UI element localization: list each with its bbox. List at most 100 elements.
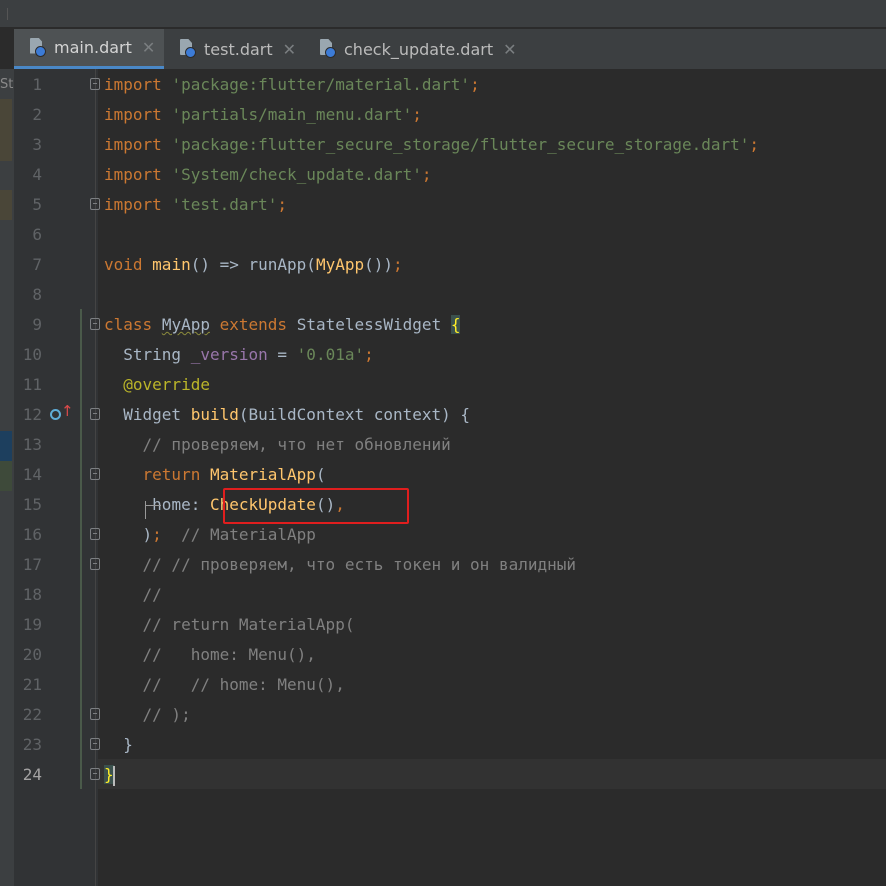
code-line-19[interactable]: // return MaterialApp( — [104, 610, 355, 640]
class-name: MyApp — [161, 315, 210, 334]
type-name: Widget — [123, 405, 182, 424]
line-number[interactable]: 3 — [14, 130, 42, 160]
code-line-7[interactable]: void main() => runApp(MyApp()); — [104, 250, 403, 280]
code-text: ) — [142, 525, 153, 544]
line-number[interactable]: 10 — [14, 340, 42, 370]
line-number[interactable]: 19 — [14, 610, 42, 640]
code-line-13[interactable]: // проверяем, что нет обновлений — [104, 430, 451, 460]
code-line-18[interactable]: // — [104, 580, 162, 610]
code-line-10[interactable]: String _version = '0.01a'; — [104, 340, 373, 370]
vcs-change-marker — [80, 309, 82, 789]
code-line-21[interactable]: // // home: Menu(), — [104, 670, 345, 700]
line-number[interactable]: 1 — [14, 70, 42, 100]
code-line-3[interactable]: import 'package:flutter_secure_storage/f… — [104, 130, 759, 160]
code-line-2[interactable]: import 'partials/main_menu.dart'; — [104, 100, 422, 130]
code-line-22[interactable]: // ); — [104, 700, 191, 730]
matched-brace: { — [450, 315, 461, 334]
strip-marker — [0, 431, 12, 461]
toolbar-separator — [7, 8, 8, 20]
close-icon[interactable]: ✕ — [503, 40, 516, 59]
fold-icon[interactable] — [90, 528, 100, 540]
code-line-12[interactable]: Widget build(BuildContext context) { — [104, 400, 470, 430]
string-literal: '0.01a' — [296, 345, 365, 364]
line-number[interactable]: 13 — [14, 430, 42, 460]
class-name: StatelessWidget — [296, 315, 442, 334]
line-number[interactable]: 17 — [14, 550, 42, 580]
fold-icon[interactable] — [90, 558, 100, 570]
line-number[interactable]: 11 — [14, 370, 42, 400]
line-number[interactable]: 12 — [14, 400, 42, 430]
tab-test-dart[interactable]: test.dart ✕ — [164, 29, 304, 69]
line-number[interactable]: 18 — [14, 580, 42, 610]
code-text: (BuildContext context) { — [238, 405, 471, 424]
string-literal: 'partials/main_menu.dart' — [171, 105, 413, 124]
fold-icon[interactable] — [90, 78, 100, 90]
code-line-24[interactable]: } — [104, 760, 115, 790]
line-number[interactable]: 16 — [14, 520, 42, 550]
code-line-14[interactable]: return MaterialApp( — [104, 460, 326, 490]
comment: // // проверяем, что есть токен и он вал… — [142, 555, 577, 574]
comment: // MaterialApp — [161, 525, 316, 544]
line-number[interactable]: 22 — [14, 700, 42, 730]
line-number[interactable]: 21 — [14, 670, 42, 700]
dart-file-icon — [318, 38, 336, 60]
fold-icon[interactable] — [90, 318, 100, 330]
code-line-16[interactable]: ); // MaterialApp — [104, 520, 316, 550]
indent-guide — [145, 501, 146, 519]
strip-marker — [0, 99, 12, 161]
project-panel-strip[interactable]: St — [0, 69, 14, 886]
line-number[interactable]: 7 — [14, 250, 42, 280]
line-number[interactable]: 15 — [14, 490, 42, 520]
comment: // ); — [142, 705, 191, 724]
fold-icon[interactable] — [90, 768, 100, 780]
fold-icon[interactable] — [90, 408, 100, 420]
line-number[interactable]: 23 — [14, 730, 42, 760]
function-name: build — [190, 405, 239, 424]
code-line-20[interactable]: // home: Menu(), — [104, 640, 316, 670]
line-number[interactable]: 6 — [14, 220, 42, 250]
line-number[interactable]: 20 — [14, 640, 42, 670]
dart-file-icon — [28, 37, 46, 59]
comment: // return MaterialApp( — [142, 615, 355, 634]
fold-icon[interactable] — [90, 738, 100, 750]
function-name: main — [152, 255, 191, 274]
line-number[interactable]: 5 — [14, 190, 42, 220]
code-line-11[interactable]: @override — [104, 370, 210, 400]
code-line-17[interactable]: // // проверяем, что есть токен и он вал… — [104, 550, 576, 580]
line-number[interactable]: 14 — [14, 460, 42, 490]
function-name: MaterialApp — [209, 465, 316, 484]
keyword: import — [104, 75, 162, 94]
line-number[interactable]: 8 — [14, 280, 42, 310]
line-number[interactable]: 9 — [14, 310, 42, 340]
code-text: () => runApp( — [190, 255, 316, 274]
code-line-5[interactable]: import 'test.dart'; — [104, 190, 287, 220]
line-number[interactable]: 2 — [14, 100, 42, 130]
close-icon[interactable]: ✕ — [283, 40, 296, 59]
top-toolbar — [0, 0, 886, 28]
keyword: import — [104, 135, 162, 154]
code-line-9[interactable]: class MyApp extends StatelessWidget { — [104, 310, 461, 340]
keyword: import — [104, 165, 162, 184]
strip-marker — [0, 461, 12, 491]
fold-icon[interactable] — [90, 708, 100, 720]
tab-main-dart[interactable]: main.dart ✕ — [14, 29, 164, 69]
line-number[interactable]: 4 — [14, 160, 42, 190]
code-line-4[interactable]: import 'System/check_update.dart'; — [104, 160, 432, 190]
tab-check-update-dart[interactable]: check_update.dart ✕ — [304, 29, 534, 69]
code-line-23[interactable]: } — [104, 730, 133, 760]
override-method-icon[interactable]: ↑ — [50, 402, 74, 424]
comment: // проверяем, что нет обновлений — [142, 435, 451, 454]
code-text: ( — [315, 465, 326, 484]
line-number[interactable]: 24 — [14, 760, 42, 790]
current-line-highlight — [98, 759, 886, 789]
tab-label: main.dart — [54, 38, 132, 57]
close-icon[interactable]: ✕ — [142, 38, 155, 57]
keyword: return — [142, 465, 201, 484]
fold-icon[interactable] — [90, 198, 100, 210]
annotation: @ — [123, 375, 133, 394]
comment: // — [142, 585, 162, 604]
code-line-1[interactable]: import 'package:flutter/material.dart'; — [104, 70, 480, 100]
fold-icon[interactable] — [90, 468, 100, 480]
text-caret — [112, 765, 115, 786]
keyword: void — [104, 255, 143, 274]
